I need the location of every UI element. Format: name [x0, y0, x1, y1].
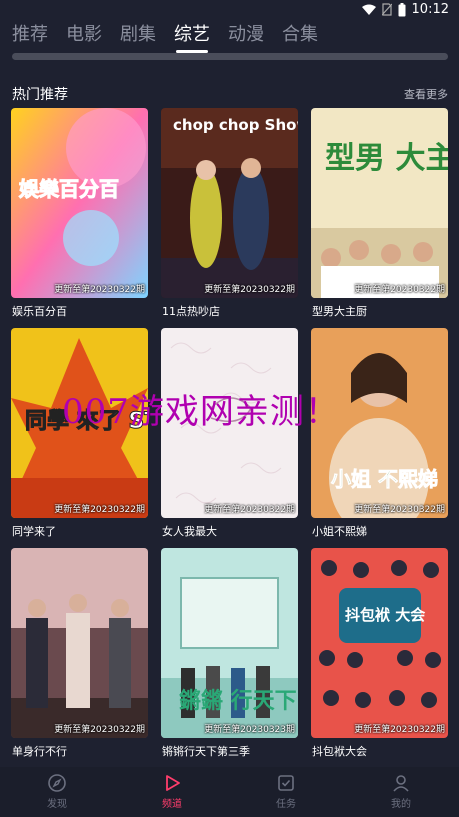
compass-icon — [48, 774, 66, 792]
nav-me[interactable]: 我的 — [371, 773, 431, 810]
no-sim-icon — [381, 3, 392, 16]
update-label: 更新至第20230323期 — [204, 725, 295, 735]
show-poster[interactable]: 娛樂百分百 更新至第20230322期 — [11, 108, 148, 298]
update-label: 更新至第20230322期 — [204, 285, 295, 295]
nav-channels[interactable]: 频道 — [142, 773, 202, 810]
show-poster[interactable]: 鏘鏘 行天下 更新至第20230323期 — [161, 548, 298, 738]
poster-text: 抖包袱 大会 — [345, 606, 425, 624]
battery-icon — [398, 2, 406, 16]
tab-anime[interactable]: 动漫 — [228, 20, 264, 50]
nav-label: 频道 — [162, 799, 182, 810]
see-more-link[interactable]: 查看更多 — [404, 86, 448, 102]
poster-text: 娛樂百分百 — [18, 177, 119, 201]
update-label: 更新至第20230322期 — [354, 505, 445, 515]
show-poster[interactable]: 更新至第20230322期 — [11, 548, 148, 738]
nav-discover[interactable]: 发现 — [27, 773, 87, 810]
status-bar: 10:12 — [0, 0, 459, 22]
show-card[interactable]: chop chop Show 更新至第20230322期 11点热吵店 — [161, 108, 298, 318]
show-title: 锵锵行天下第三季 — [162, 745, 250, 758]
category-tabs: 推荐 电影 剧集 综艺 动漫 合集 — [12, 20, 336, 53]
bottom-nav: 发现 频道 任务 我的 — [0, 767, 459, 817]
status-time: 10:12 — [411, 2, 449, 17]
wifi-icon — [361, 4, 376, 15]
show-title: 娱乐百分百 — [12, 305, 67, 318]
tab-scrollbar[interactable] — [12, 53, 448, 60]
tab-series[interactable]: 剧集 — [120, 20, 156, 50]
nav-tasks[interactable]: 任务 — [256, 773, 316, 810]
show-poster[interactable]: 抖包袱 大会 更新至第20230322期 — [311, 548, 448, 738]
watermark-text: 007游戏网亲测！ — [62, 392, 340, 432]
show-title: 女人我最大 — [162, 525, 217, 538]
show-title: 11点热吵店 — [162, 305, 220, 318]
show-poster[interactable]: 型男 大主廚 更新至第20230322期 — [311, 108, 448, 298]
tab-movies[interactable]: 电影 — [66, 20, 102, 50]
show-poster[interactable]: chop chop Show 更新至第20230322期 — [161, 108, 298, 298]
show-card[interactable]: 鏘鏘 行天下 更新至第20230323期 锵锵行天下第三季 — [161, 548, 298, 758]
show-title: 同学来了 — [12, 525, 56, 538]
update-label: 更新至第20230322期 — [204, 505, 295, 515]
show-title: 小姐不熙娣 — [312, 525, 367, 538]
show-card[interactable]: 抖包袱 大会 更新至第20230322期 抖包袱大会 — [311, 548, 448, 758]
user-icon — [393, 775, 409, 792]
poster-text: chop chop Show — [173, 116, 298, 134]
show-card[interactable]: 更新至第20230322期 单身行不行 — [11, 548, 148, 758]
update-label: 更新至第20230322期 — [354, 725, 445, 735]
poster-text: 鏘鏘 行天下 — [179, 688, 297, 714]
show-title: 抖包袱大会 — [312, 745, 367, 758]
show-title: 型男大主厨 — [312, 305, 367, 318]
task-icon — [278, 775, 294, 791]
update-label: 更新至第20230322期 — [54, 505, 145, 515]
tab-collections[interactable]: 合集 — [282, 20, 318, 50]
play-icon — [166, 775, 180, 791]
section-title: 热门推荐 — [12, 87, 68, 103]
tab-recommend[interactable]: 推荐 — [12, 20, 48, 50]
update-label: 更新至第20230322期 — [54, 725, 145, 735]
poster-text: 小姐 不熙娣 — [331, 467, 438, 491]
tab-variety[interactable]: 综艺 — [174, 20, 210, 53]
show-card[interactable]: 型男 大主廚 更新至第20230322期 型男大主厨 — [311, 108, 448, 318]
nav-label: 我的 — [391, 799, 411, 810]
show-title: 单身行不行 — [12, 745, 67, 758]
update-label: 更新至第20230322期 — [54, 285, 145, 295]
nav-label: 发现 — [47, 799, 67, 810]
update-label: 更新至第20230322期 — [354, 285, 445, 295]
poster-text: 型男 大主廚 — [325, 141, 448, 176]
nav-label: 任务 — [276, 799, 296, 810]
show-card[interactable]: 娛樂百分百 更新至第20230322期 娱乐百分百 — [11, 108, 148, 318]
